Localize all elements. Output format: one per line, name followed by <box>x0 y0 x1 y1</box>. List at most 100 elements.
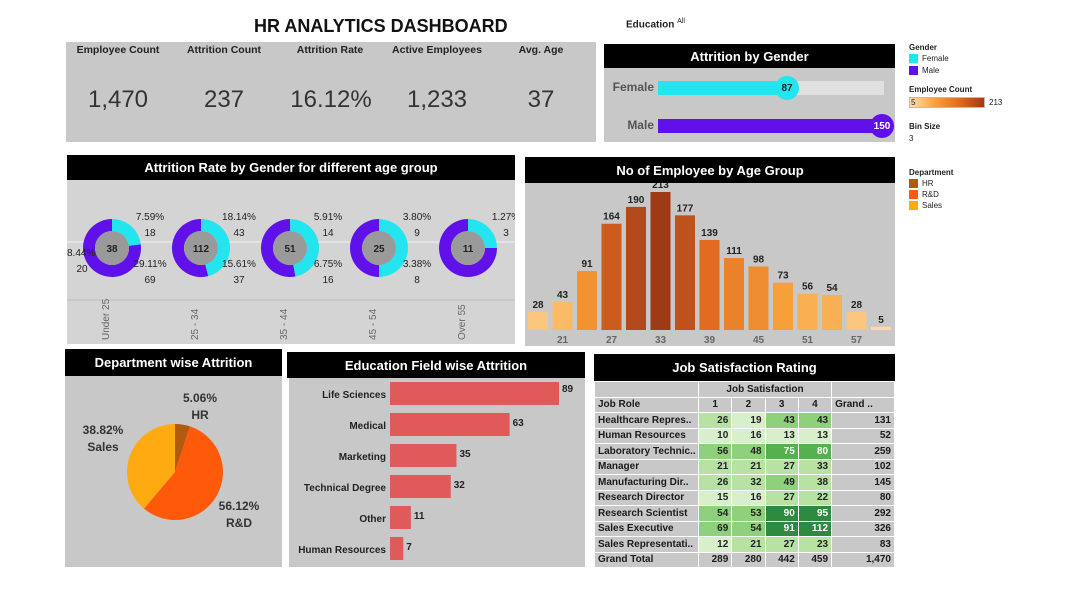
table-row[interactable]: Research Scientist 54 53 90 95 292 <box>594 505 895 522</box>
table-row[interactable]: Manager 21 21 27 33 102 <box>594 458 895 475</box>
table-column-header: 2 <box>731 396 766 413</box>
table-group-header-row: Job Satisfaction <box>594 381 895 398</box>
legend-item-hr[interactable]: HR <box>909 179 1059 188</box>
legend-swatch-female <box>909 54 918 63</box>
table-row-role: Healthcare Repres.. <box>594 412 699 429</box>
age-histogram-bar[interactable] <box>724 258 744 330</box>
donut-center-value: 51 <box>284 244 296 255</box>
legend-label-sales: Sales <box>922 201 943 210</box>
edu-bar[interactable] <box>390 382 559 405</box>
dashboard-title: HR ANALYTICS DASHBOARD <box>254 16 508 36</box>
edu-bar-value: 89 <box>562 384 574 395</box>
legend-count-ramp: 5 213 <box>909 96 1059 110</box>
legend-gender-title: Gender <box>909 43 938 52</box>
table-row-role: Research Director <box>594 489 699 506</box>
age-histogram-bar[interactable] <box>773 282 793 330</box>
gender-chart-title: Attrition by Gender <box>604 44 895 68</box>
table-cell: 15 <box>697 489 733 506</box>
table-cell: 27 <box>764 458 799 475</box>
age-histogram-bar[interactable] <box>699 239 720 330</box>
legend-item-female[interactable]: Female <box>909 54 1059 63</box>
gender-chart-panel: Female Male 87 150 <box>604 68 895 142</box>
edu-bar-chart: Life Sciences 89 Medical 63 Marketing 35 Techn… <box>298 382 574 560</box>
table-cell: 27 <box>764 536 799 553</box>
age-histogram-bar-label: 5 <box>878 315 884 326</box>
age-histogram-bar-label: 54 <box>826 283 838 294</box>
table-cell: 75 <box>764 443 799 460</box>
table-corner-cell <box>594 381 699 398</box>
edu-bar[interactable] <box>390 506 411 529</box>
edu-bar[interactable] <box>390 475 451 498</box>
age-histogram-title: No of Employee by Age Group <box>525 157 895 183</box>
table-cell: 12 <box>697 536 733 553</box>
age-histogram-bar[interactable] <box>871 326 891 330</box>
table-row[interactable]: Laboratory Technic.. 56 48 75 80 259 <box>594 443 895 460</box>
filter-label: Education <box>626 19 675 31</box>
donut-male-pct: 3.38% <box>403 259 431 270</box>
age-histogram-bar[interactable] <box>650 192 671 330</box>
edu-bar-value: 35 <box>459 449 471 460</box>
table-cell: 32 <box>731 474 766 491</box>
table-row[interactable]: Healthcare Repres.. 26 19 43 43 131 <box>594 412 895 429</box>
dept-pie-title: Department wise Attrition <box>65 349 282 376</box>
age-histogram-tick-label: 33 <box>655 335 667 346</box>
table-row[interactable]: Sales Representati.. 12 21 27 23 83 <box>594 536 895 553</box>
donut-female-pct: 3.80% <box>403 212 431 223</box>
age-histogram-bar[interactable] <box>577 271 597 330</box>
age-histogram-bar[interactable] <box>601 223 622 330</box>
edu-category-label: Human Resources <box>298 545 386 556</box>
table-cell-total: 259 <box>831 443 895 460</box>
legend-label-male: Male <box>922 66 940 75</box>
table-row[interactable]: Research Director 15 16 27 22 80 <box>594 489 895 506</box>
age-histogram-bar[interactable] <box>528 311 548 330</box>
age-histogram-bar[interactable] <box>626 206 646 330</box>
age-histogram-chart: 28 43 91 164 190 213 177 139 111 98 73 56 54 28 5 21 27 3… <box>528 180 891 346</box>
age-histogram-bar[interactable] <box>822 295 842 330</box>
age-group-label: 45 - 54 <box>368 308 379 340</box>
age-group-label: 25 - 34 <box>190 308 201 340</box>
legend-item-rd[interactable]: R&D <box>909 190 1059 199</box>
edu-category-label: Life Sciences <box>322 390 386 401</box>
table-cell: 90 <box>764 505 799 522</box>
legend-label-rd: R&D <box>922 190 939 199</box>
kpi-value-active-employees: 1,233 <box>406 86 468 113</box>
edu-bar[interactable] <box>390 413 510 436</box>
edu-bar[interactable] <box>390 537 404 560</box>
donut-center-value: 112 <box>193 244 210 255</box>
age-histogram-bar[interactable] <box>846 311 867 330</box>
donut-female-pct: 1.27% <box>492 212 515 223</box>
donut-female-count: 9 <box>414 228 420 239</box>
legend-swatch-male <box>909 66 918 75</box>
edu-bar-value: 32 <box>454 480 466 491</box>
legend-item-sales[interactable]: Sales <box>909 201 1059 210</box>
table-row[interactable]: Human Resources 10 16 13 13 52 <box>594 427 895 444</box>
age-histogram-tick-label: 45 <box>753 335 765 346</box>
dept-pie-name-label: Sales <box>87 440 119 454</box>
education-filter[interactable]: Education All <box>626 18 685 30</box>
dept-pie-pct-label: 5.06% <box>183 391 217 405</box>
table-cell: 23 <box>797 536 833 553</box>
table-row[interactable]: Sales Executive 69 54 91 112 326 <box>594 520 895 537</box>
age-group-label: Under 25 <box>101 298 112 340</box>
dept-pie-name-label: R&D <box>226 516 252 530</box>
table-cell: 48 <box>731 443 766 460</box>
legend-item-male[interactable]: Male <box>909 66 1059 75</box>
age-histogram-bar[interactable] <box>748 266 769 330</box>
donut-male-count: 69 <box>144 275 156 286</box>
age-histogram-bar[interactable] <box>797 293 818 330</box>
donut-center-value: 25 <box>373 244 385 255</box>
kpi-label-active-employees: Active Employees <box>392 44 482 56</box>
dept-pie-name-label: HR <box>191 408 209 422</box>
table-row[interactable]: Manufacturing Dir.. 26 32 49 38 145 <box>594 474 895 491</box>
table-cell: 27 <box>764 489 799 506</box>
age-histogram-bar-label: 56 <box>802 282 814 293</box>
age-histogram-bar[interactable] <box>675 215 695 330</box>
age-histogram-tick-label: 21 <box>557 335 569 346</box>
edu-bar[interactable] <box>390 444 457 467</box>
table-cell: 21 <box>731 536 766 553</box>
edu-bar-value: 7 <box>406 542 412 553</box>
edu-bar-value: 63 <box>513 418 525 429</box>
age-histogram-bar[interactable] <box>552 302 573 330</box>
table-corner-cell <box>831 381 895 398</box>
table-cell-total: 102 <box>831 458 895 475</box>
